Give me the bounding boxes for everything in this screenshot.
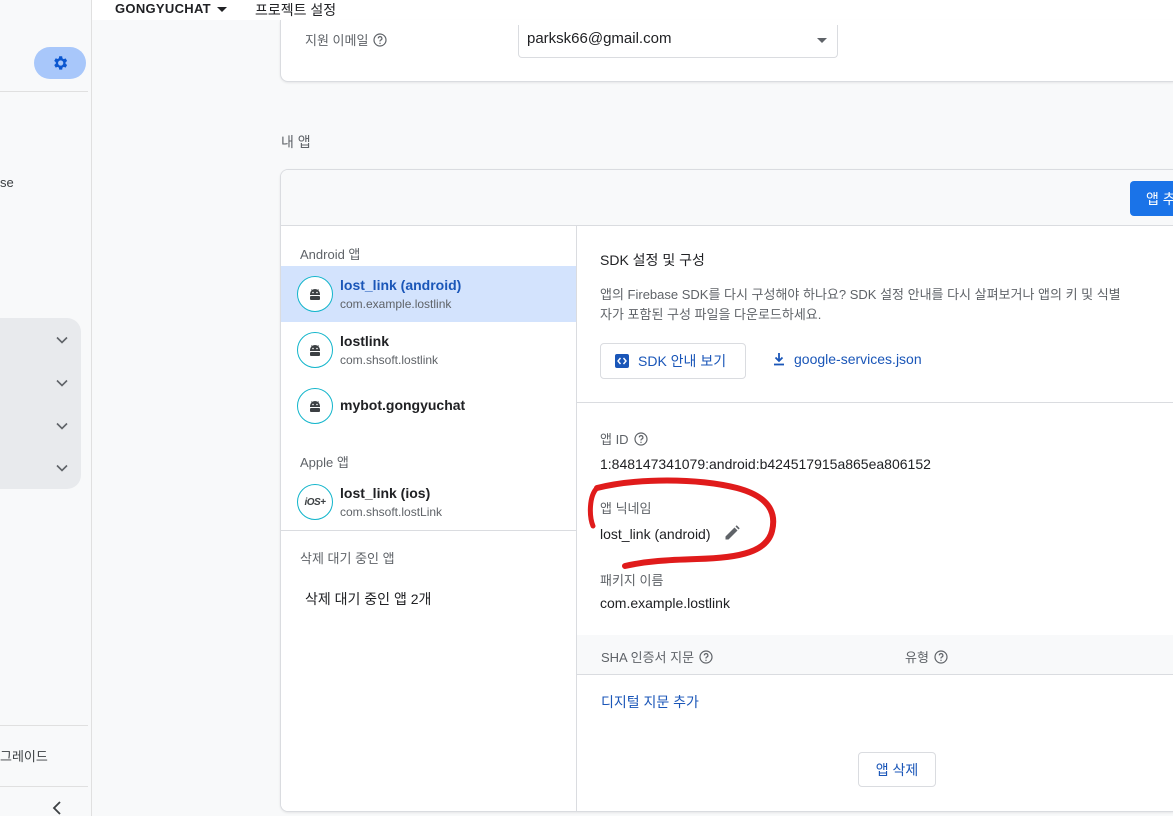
app-detail-pane: SDK 설정 및 구성 앱의 Firebase SDK를 다시 구성해야 하나요… (577, 226, 1173, 811)
support-email-select[interactable]: parksk66@gmail.com (518, 25, 838, 58)
edit-pencil-icon[interactable] (723, 524, 741, 542)
list-divider (281, 530, 576, 531)
upgrade-link[interactable]: 그레이드 (0, 746, 48, 765)
support-email-value: parksk66@gmail.com (527, 30, 672, 47)
app-package: com.shsoft.lostLink (340, 505, 443, 519)
nav-divider (0, 91, 88, 92)
support-email-label-text: 지원 이메일 (305, 33, 369, 48)
chevron-left-icon[interactable] (50, 800, 64, 816)
app-id-label: 앱 ID (600, 429, 648, 448)
help-icon[interactable] (633, 431, 648, 446)
nickname-value: lost_link (android) (600, 526, 711, 542)
sha-column-header: SHA 인증서 지문 (601, 647, 713, 666)
app-name: lost_link (android) (340, 277, 462, 293)
top-bar: GONGYUCHAT 프로젝트 설정 (92, 0, 1173, 20)
app-item-lostlink[interactable]: lostlink com.shsoft.lostlink (281, 322, 576, 378)
app-item-lost-link-ios[interactable]: iOS+ lost_link (ios) com.shsoft.lostLink (281, 474, 576, 530)
app-item-lost-link-android[interactable]: lost_link (android) com.example.lostlink (281, 266, 576, 322)
sdk-description: 앱의 Firebase SDK를 다시 구성해야 하나요? SDK 설정 안내를… (600, 285, 1173, 325)
gear-icon (54, 56, 68, 70)
android-icon (310, 289, 320, 300)
support-email-label: 지원 이메일 (305, 30, 388, 49)
pending-section-title: 삭제 대기 중인 앱 (300, 551, 395, 566)
sha-table-header: SHA 인증서 지문 유형 (577, 635, 1173, 675)
app-item-mybot-gongyuchat[interactable]: mybot.gongyuchat (281, 378, 576, 434)
chevron-down-icon (56, 336, 68, 344)
app-package: com.example.lostlink (340, 297, 452, 311)
android-app-icon (297, 332, 333, 368)
app-id-value: 1:848147341079:android:b424517915a865ea8… (600, 456, 931, 472)
code-icon (615, 354, 629, 368)
my-apps-title: 내 앱 (281, 134, 311, 150)
sdk-guide-label: SDK 안내 보기 (638, 353, 727, 369)
nav-expand-row[interactable] (0, 446, 81, 489)
sdk-description-line: 앱의 Firebase SDK를 다시 구성해야 하나요? SDK 설정 안내를… (600, 287, 1121, 302)
android-icon (310, 345, 320, 356)
app-name: lost_link (ios) (340, 485, 431, 501)
settings-button[interactable] (34, 47, 86, 79)
download-icon (774, 353, 784, 366)
chevron-down-icon (56, 422, 68, 430)
package-label: 패키지 이름 (600, 573, 664, 588)
ios-app-icon: iOS+ (297, 484, 333, 520)
project-selector[interactable]: GONGYUCHAT (115, 1, 227, 16)
app-package: com.shsoft.lostlink (340, 353, 439, 367)
help-icon[interactable] (699, 649, 713, 664)
type-column-label: 유형 (905, 650, 929, 665)
sdk-guide-button[interactable]: SDK 안내 보기 (600, 343, 746, 379)
ios-icon: iOS+ (304, 496, 326, 508)
type-column-header: 유형 (905, 647, 948, 666)
help-icon[interactable] (373, 32, 388, 47)
chevron-down-icon (56, 464, 68, 472)
app-name: lostlink (340, 333, 390, 349)
pending-apps-link[interactable]: 삭제 대기 중인 앱 2개 (305, 589, 431, 609)
nav-divider (0, 786, 88, 787)
android-app-icon (297, 276, 333, 312)
sdk-description-line: 자가 포함된 구성 파일을 다운로드하세요. (600, 307, 822, 322)
breadcrumb: 프로젝트 설정 (255, 2, 337, 18)
android-icon (310, 401, 320, 412)
download-config-label: google-services.json (794, 351, 922, 367)
sdk-section-title: SDK 설정 및 구성 (600, 252, 705, 268)
caret-down-icon (216, 7, 227, 12)
nickname-label: 앱 닉네임 (600, 501, 652, 516)
delete-app-button[interactable]: 앱 삭제 (858, 752, 936, 787)
package-value: com.example.lostlink (600, 595, 730, 611)
chevron-down-icon (56, 379, 68, 387)
apps-card-header: 앱 추 (281, 170, 1173, 226)
nav-expand-row[interactable] (0, 404, 81, 447)
add-app-button[interactable]: 앱 추 (1130, 181, 1173, 216)
nav-expand-row[interactable] (0, 361, 81, 404)
project-name: GONGYUCHAT (115, 1, 211, 16)
help-icon[interactable] (934, 649, 948, 664)
android-section-title: Android 앱 (300, 247, 361, 262)
left-nav: se 그레이드 (0, 0, 92, 816)
apps-card: 앱 추 Android 앱 lost_link (android) com.ex… (280, 169, 1173, 812)
add-fingerprint-link[interactable]: 디지털 지문 추가 (601, 692, 699, 712)
nav-expand-row[interactable] (0, 318, 81, 361)
app-list: Android 앱 lost_link (android) com.exampl… (281, 226, 577, 811)
nav-expandable-group (0, 318, 81, 489)
dropdown-arrow-icon (817, 38, 827, 43)
detail-divider (577, 402, 1173, 403)
apple-section-title: Apple 앱 (300, 455, 349, 470)
app-name: mybot.gongyuchat (340, 397, 466, 413)
nav-divider (0, 725, 88, 726)
app-id-label-text: 앱 ID (600, 432, 629, 447)
support-email-card: 지원 이메일 parksk66@gmail.com (280, 20, 1173, 82)
download-config-link[interactable]: google-services.json (772, 351, 922, 367)
nav-item-label[interactable]: se (0, 175, 14, 190)
sha-column-label: SHA 인증서 지문 (601, 650, 695, 665)
android-app-icon (297, 388, 333, 424)
